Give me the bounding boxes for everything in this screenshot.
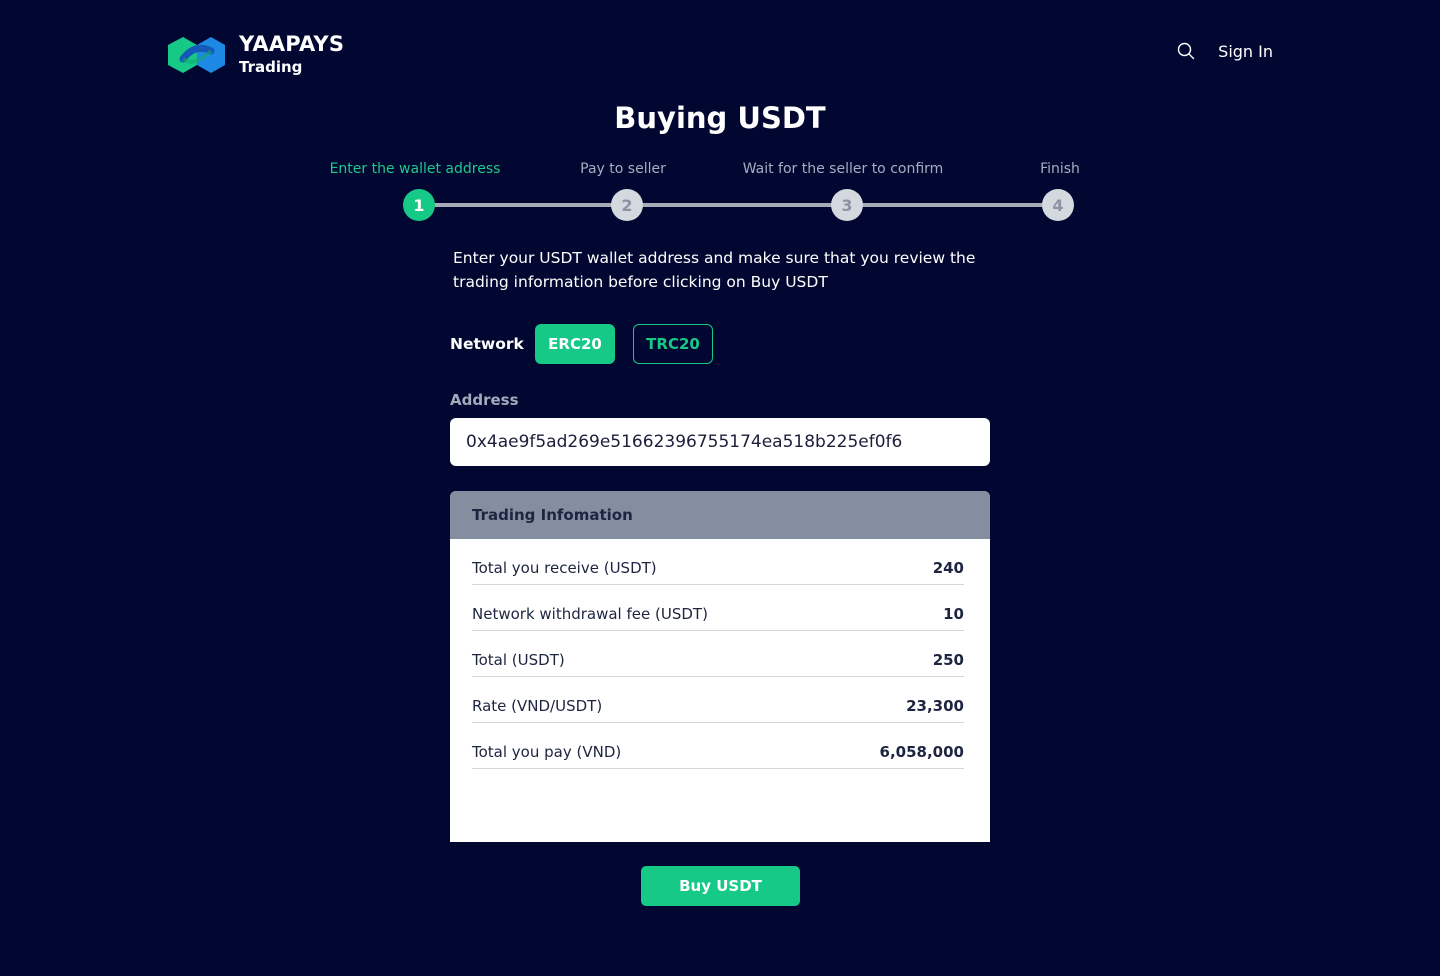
step-label-4: Finish [1040,161,1080,177]
network-option-erc20[interactable]: ERC20 [535,324,615,364]
brand-subtitle: Trading [239,58,303,76]
info-row-value: 6,058,000 [879,743,964,761]
info-row-rate: Rate (VND/USDT) 23,300 [472,677,964,723]
info-row-value: 250 [932,651,964,669]
brand-name: YAAPAYS [239,32,345,56]
info-row-value: 23,300 [906,697,964,715]
info-row-value: 240 [932,559,964,577]
info-row-total-usdt: Total (USDT) 250 [472,631,964,677]
info-row-label: Total you pay (VND) [472,743,622,761]
step-circle-3: 3 [831,189,863,221]
step-connector [861,203,1047,207]
search-icon[interactable] [1177,42,1195,60]
address-label: Address [450,391,519,409]
step-label-1: Enter the wallet address [329,161,501,177]
step-circle-2: 2 [611,189,643,221]
info-row-label: Total you receive (USDT) [472,559,657,577]
info-row-label: Rate (VND/USDT) [472,697,603,715]
trading-info-panel: Trading Infomation Total you receive (US… [450,491,990,842]
wallet-address-input[interactable] [450,418,990,466]
info-row-label: Total (USDT) [472,651,565,669]
info-row-value: 10 [943,605,964,623]
step-connector [641,203,835,207]
instructions-text: Enter your USDT wallet address and make … [453,249,976,291]
network-option-trc20[interactable]: TRC20 [633,324,713,364]
info-row-total-pay: Total you pay (VND) 6,058,000 [472,723,964,769]
info-row-label: Network withdrawal fee (USDT) [472,605,708,623]
step-label-3: Wait for the seller to confirm [742,161,944,177]
page-title: Buying USDT [614,101,826,135]
hexagon-logo-icon [168,36,225,73]
step-circle-4: 4 [1042,189,1074,221]
buy-usdt-button[interactable]: Buy USDT [641,866,800,906]
trading-info-title: Trading Infomation [450,491,990,539]
step-label-2: Pay to seller [580,161,666,177]
step-connector [434,203,614,207]
step-circle-1: 1 [403,189,435,221]
header-actions: Sign In [1177,38,1273,64]
info-row-total-receive: Total you receive (USDT) 240 [472,539,964,585]
sign-in-link[interactable]: Sign In [1218,42,1273,61]
network-label: Network [450,335,524,353]
info-row-network-fee: Network withdrawal fee (USDT) 10 [472,585,964,631]
brand-logo[interactable]: YAAPAYS Trading [168,34,344,75]
